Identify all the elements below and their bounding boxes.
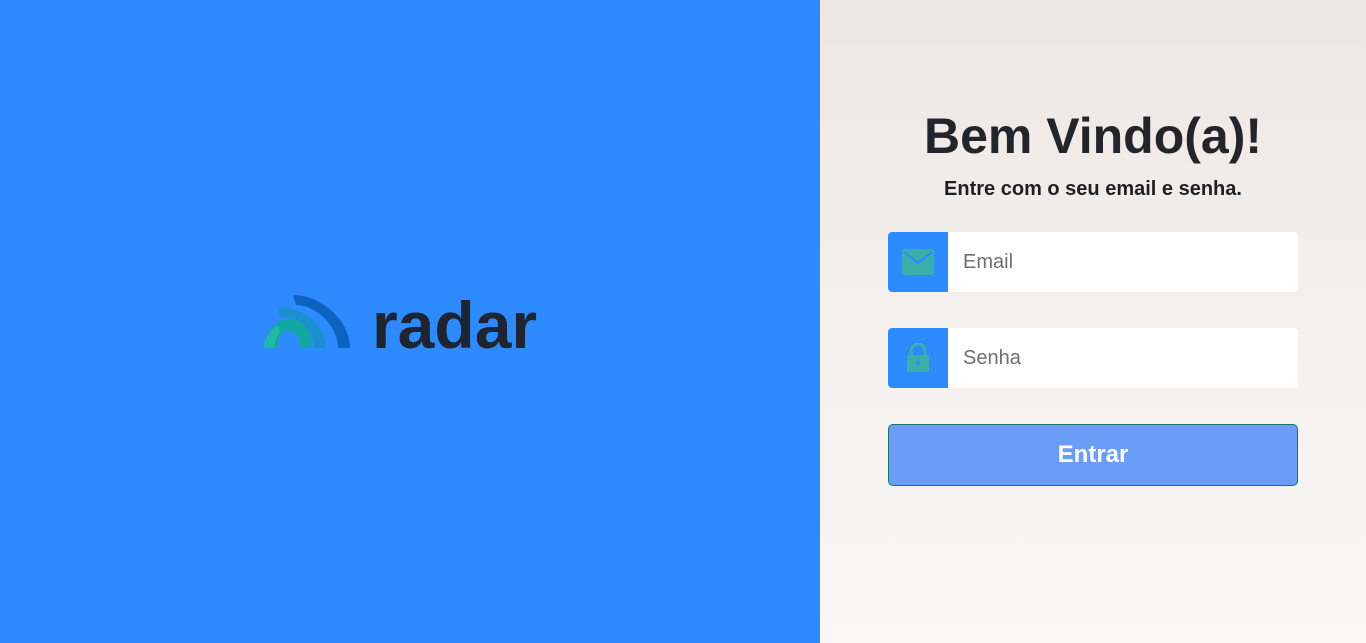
page-title: Bem Vindo(a)!	[924, 108, 1262, 164]
brand-panel: radar	[0, 0, 820, 643]
submit-button[interactable]: Entrar	[888, 424, 1298, 486]
login-panel: Bem Vindo(a)! Entre com o seu email e se…	[820, 0, 1366, 643]
lock-icon	[907, 343, 929, 372]
email-field	[888, 232, 1298, 292]
page-subtitle: Entre com o seu email e senha.	[944, 178, 1242, 200]
brand-logo: radar	[264, 292, 537, 358]
envelope-icon	[902, 249, 934, 275]
password-icon-box	[888, 328, 948, 388]
radar-arcs-icon	[264, 295, 350, 348]
login-page: radar Bem Vindo(a)! Entre com o seu emai…	[0, 0, 1366, 643]
brand-name: radar	[372, 288, 538, 362]
email-icon-box	[888, 232, 948, 292]
password-input[interactable]	[948, 328, 1298, 388]
password-field	[888, 328, 1298, 388]
email-input[interactable]	[948, 232, 1298, 292]
